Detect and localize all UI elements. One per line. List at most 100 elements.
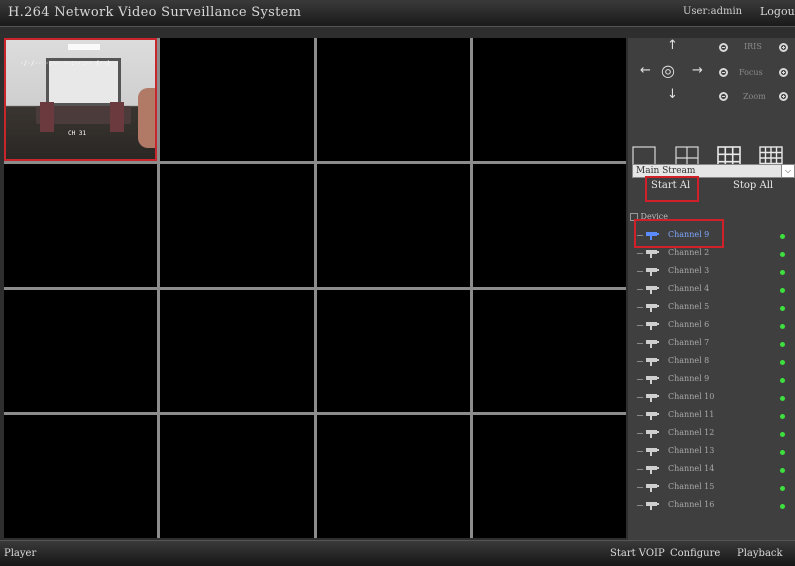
arrow-left-icon[interactable]: ←	[640, 63, 651, 78]
channel-item[interactable]: Channel 7	[637, 337, 793, 351]
channel-item[interactable]: Channel 14	[637, 463, 793, 477]
online-status-icon	[780, 450, 785, 455]
video-cell[interactable]	[472, 163, 626, 287]
online-status-icon	[780, 306, 785, 311]
channel-item[interactable]: Channel 16	[637, 499, 793, 513]
stop-all-button[interactable]: Stop All	[733, 180, 773, 191]
channel-item[interactable]: Channel 6	[637, 319, 793, 333]
camera-icon	[646, 304, 659, 312]
selected-channel-highlight	[634, 219, 724, 248]
chair	[110, 102, 124, 132]
camera-icon	[646, 268, 659, 276]
camera-icon	[646, 466, 659, 474]
channel-item[interactable]: Channel 10	[637, 391, 793, 405]
channel-label: Channel 13	[668, 446, 715, 455]
online-status-icon	[780, 342, 785, 347]
camera-icon	[646, 376, 659, 384]
focus-plus-icon[interactable]	[779, 68, 788, 77]
arrow-down-icon[interactable]: ↓	[667, 87, 678, 102]
channel-label: Channel 10	[668, 392, 715, 401]
tree-connector	[637, 325, 643, 326]
camera-icon	[646, 412, 659, 420]
video-cell[interactable]	[160, 415, 314, 538]
logout-button[interactable]: Logout	[760, 5, 795, 18]
channel-item[interactable]: Channel 5	[637, 301, 793, 315]
ceiling-light	[68, 44, 100, 50]
online-status-icon	[780, 396, 785, 401]
channel-label: Channel 2	[668, 248, 710, 257]
camera-icon	[646, 340, 659, 348]
focus-minus-icon[interactable]	[719, 68, 728, 77]
video-cell[interactable]	[316, 289, 470, 413]
current-user: User:admin	[683, 6, 743, 17]
channel-item[interactable]: Channel 11	[637, 409, 793, 423]
online-status-icon	[780, 324, 785, 329]
focus-label: Focus	[739, 68, 763, 77]
video-cell[interactable]	[160, 289, 314, 413]
status-bar: Player Start VOIP Configure Playback	[0, 540, 795, 566]
online-status-icon	[780, 270, 785, 275]
chevron-down-icon[interactable]: ⌵	[781, 165, 794, 177]
channel-label: Channel 9	[668, 374, 710, 383]
channel-label: Channel 15	[668, 482, 715, 491]
tree-connector	[637, 397, 643, 398]
video-cell[interactable]	[4, 163, 158, 287]
title-bar: H.264 Network Video Surveillance System …	[0, 0, 795, 27]
channel-item[interactable]: Channel 8	[637, 355, 793, 369]
channel-item[interactable]: Channel 15	[637, 481, 793, 495]
channel-item[interactable]: Channel 9	[637, 373, 793, 387]
video-cell[interactable]	[316, 163, 470, 287]
channel-label: Channel 11	[668, 410, 715, 419]
camera-icon	[646, 358, 659, 366]
configure-button[interactable]: Configure	[670, 548, 720, 559]
video-cell[interactable]	[4, 415, 158, 538]
iris-minus-icon[interactable]	[719, 43, 728, 52]
channel-item[interactable]: Channel 12	[637, 427, 793, 441]
camera-icon	[646, 322, 659, 330]
online-status-icon	[780, 468, 785, 473]
online-status-icon	[780, 288, 785, 293]
arrow-right-icon[interactable]: →	[692, 63, 703, 78]
tree-connector	[637, 289, 643, 290]
player-label[interactable]: Player	[4, 548, 36, 559]
video-cell[interactable]	[316, 415, 470, 538]
channel-label: Channel 14	[668, 464, 715, 473]
video-cell[interactable]	[160, 163, 314, 287]
zoom-plus-icon[interactable]	[779, 92, 788, 101]
video-cell[interactable]	[472, 289, 626, 413]
channel-item[interactable]: Channel 4	[637, 283, 793, 297]
ptz-center-icon[interactable]: ◎	[661, 61, 675, 80]
online-status-icon	[780, 234, 785, 239]
channel-label: Channel 7	[668, 338, 710, 347]
tree-connector	[637, 487, 643, 488]
stream-select-value: Main Stream	[636, 166, 696, 176]
video-cell[interactable]	[472, 38, 626, 161]
video-cell[interactable]: ·/·/·· ·:·· ··:··:·· (··) CH 31	[4, 38, 158, 161]
start-all-highlight	[645, 176, 699, 202]
video-cell[interactable]	[4, 289, 158, 413]
channel-label: Channel 12	[668, 428, 715, 437]
channel-item[interactable]: Channel 13	[637, 445, 793, 459]
channel-label: Channel 16	[668, 500, 715, 509]
video-cell[interactable]	[472, 415, 626, 538]
video-cell[interactable]	[160, 38, 314, 161]
arrow-up-icon[interactable]: ↑	[667, 38, 678, 53]
tree-connector	[637, 505, 643, 506]
channel-item[interactable]: Channel 3	[637, 265, 793, 279]
online-status-icon	[780, 486, 785, 491]
tree-connector	[637, 469, 643, 470]
playback-button[interactable]: Playback	[737, 548, 783, 559]
iris-plus-icon[interactable]	[779, 43, 788, 52]
channel-label: Channel 6	[668, 320, 710, 329]
zoom-minus-icon[interactable]	[719, 92, 728, 101]
camera-icon	[646, 286, 659, 294]
osd-timestamp: ·/·/·· ·:·· ··:··:·· (··)	[20, 60, 111, 67]
tree-connector	[637, 379, 643, 380]
video-cell[interactable]	[316, 38, 470, 161]
start-voip-button[interactable]: Start VOIP	[610, 548, 665, 559]
channel-item[interactable]: Channel 2	[637, 247, 793, 261]
osd-channel: CH 31	[68, 130, 87, 137]
tree-connector	[637, 253, 643, 254]
online-status-icon	[780, 252, 785, 257]
camera-icon	[646, 394, 659, 402]
